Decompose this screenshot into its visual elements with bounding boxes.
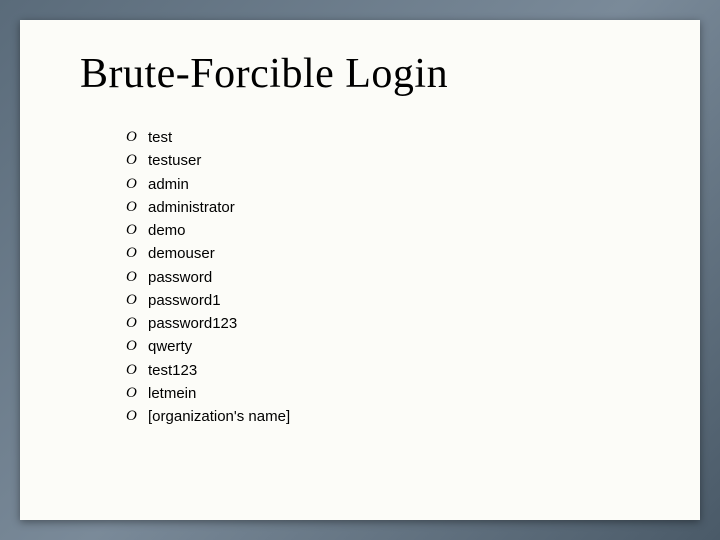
list-item: password123 [126, 312, 640, 335]
list-item: administrator [126, 196, 640, 219]
list-item: password [126, 266, 640, 289]
list-item: test [126, 126, 640, 149]
credential-list: test testuser admin administrator demo d… [126, 126, 640, 428]
slide: Brute-Forcible Login test testuser admin… [20, 20, 700, 520]
list-item: demouser [126, 242, 640, 265]
list-item: [organization's name] [126, 405, 640, 428]
list-item: test123 [126, 359, 640, 382]
list-item: password1 [126, 289, 640, 312]
slide-title: Brute-Forcible Login [80, 50, 640, 98]
list-item: testuser [126, 149, 640, 172]
list-item: demo [126, 219, 640, 242]
list-item: qwerty [126, 335, 640, 358]
list-item: letmein [126, 382, 640, 405]
list-item: admin [126, 173, 640, 196]
